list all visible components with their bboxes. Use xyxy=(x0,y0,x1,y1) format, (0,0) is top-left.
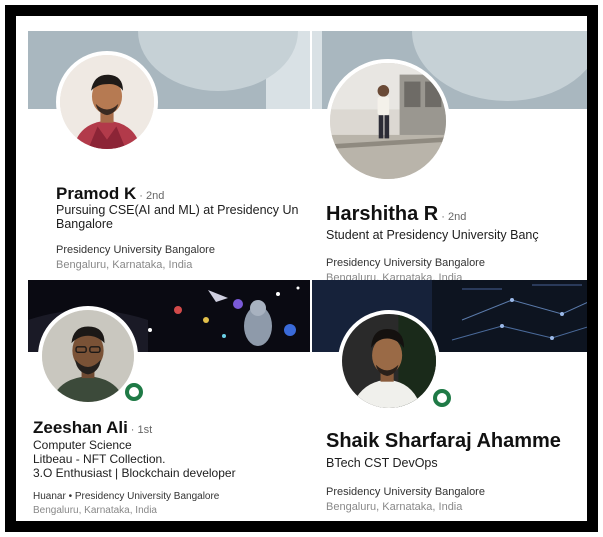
profile-school: Presidency University Bangalore xyxy=(326,257,485,269)
profile-name[interactable]: Harshitha R2nd xyxy=(326,203,466,226)
profile-school: Huanar • Presidency University Bangalore xyxy=(33,491,220,502)
headline-line: BTech CST DevOps xyxy=(326,456,438,470)
headline-line: Litbeau - NFT Collection. xyxy=(33,452,166,466)
avatar[interactable] xyxy=(338,310,440,412)
profile-card-zeeshan[interactable]: Zeeshan Ali1st Computer Science Litbeau … xyxy=(28,280,310,521)
avatar-photo xyxy=(42,310,134,402)
name-text: Pramod K xyxy=(56,184,137,203)
headline-line: Student at Presidency University Banç xyxy=(326,228,539,242)
avatar-photo xyxy=(342,314,436,408)
profile-card-harshitha[interactable]: Harshitha R2nd Student at Presidency Uni… xyxy=(312,31,587,287)
profile-name[interactable]: Pramod K2nd xyxy=(56,184,164,204)
profile-location: Bengaluru, Karnataka, India xyxy=(326,501,463,513)
avatar-photo xyxy=(330,63,446,179)
connection-degree: 1st xyxy=(131,424,152,436)
profile-card-shaik[interactable]: Shaik Sharfaraj Ahamme BTech CST DevOps … xyxy=(312,280,587,521)
avatar[interactable] xyxy=(326,59,450,183)
name-text: Harshitha R xyxy=(326,203,439,225)
headline-line: Pursuing CSE(AI and ML) at Presidency Un xyxy=(56,203,299,217)
profile-location: Bengaluru, Karnataka, India xyxy=(56,259,193,271)
connection-degree: 2nd xyxy=(441,211,466,223)
profile-name[interactable]: Shaik Sharfaraj Ahamme xyxy=(326,430,561,453)
profile-location: Bengaluru, Karnataka, India xyxy=(33,505,157,516)
name-text: Shaik Sharfaraj Ahamme xyxy=(326,430,561,452)
name-text: Zeeshan Ali xyxy=(33,418,128,437)
avatar[interactable] xyxy=(56,51,158,153)
connection-degree: 2nd xyxy=(139,190,164,202)
profile-grid: Pramod K2nd Pursuing CSE(AI and ML) at P… xyxy=(5,5,598,532)
headline-line: Bangalore xyxy=(56,217,113,231)
profile-card-pramod[interactable]: Pramod K2nd Pursuing CSE(AI and ML) at P… xyxy=(28,31,310,287)
profile-headline: Student at Presidency University Banç xyxy=(326,228,587,242)
open-to-work-badge xyxy=(430,386,454,410)
avatar-photo xyxy=(60,55,154,149)
profile-school: Presidency University Bangalore xyxy=(56,244,215,256)
profile-headline: Pursuing CSE(AI and ML) at Presidency Un… xyxy=(56,203,310,231)
profile-name[interactable]: Zeeshan Ali1st xyxy=(33,418,152,438)
open-to-work-badge xyxy=(122,380,146,404)
profile-headline: Computer Science Litbeau - NFT Collectio… xyxy=(33,438,310,480)
profile-headline: BTech CST DevOps xyxy=(326,456,587,470)
headline-line: 3.O Enthusiast | Blockchain developer xyxy=(33,466,236,480)
headline-line: Computer Science xyxy=(33,438,132,452)
profile-school: Presidency University Bangalore xyxy=(326,486,485,498)
